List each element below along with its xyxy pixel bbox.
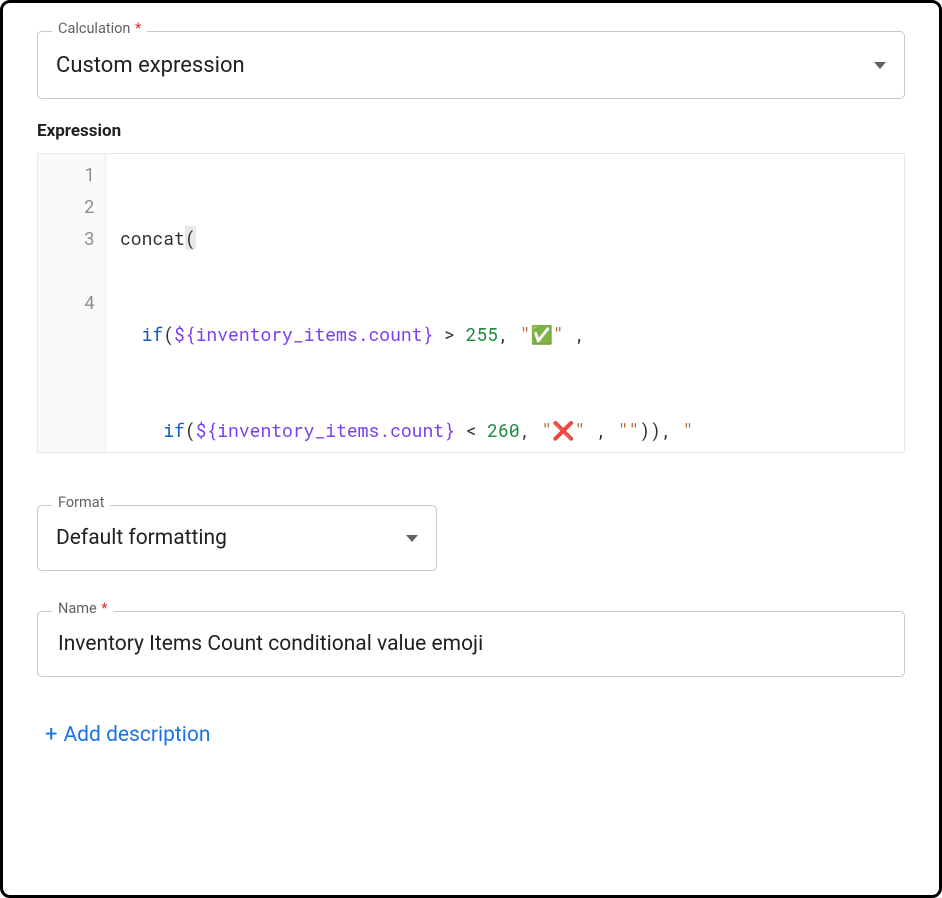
required-marker: *	[101, 600, 107, 617]
format-select[interactable]: Format Default formatting	[37, 505, 437, 571]
format-value: Default formatting	[56, 526, 406, 550]
expression-heading: Expression	[37, 121, 905, 141]
add-description-button[interactable]: + Add description	[45, 723, 210, 747]
line-number: 4	[38, 286, 95, 318]
line-number: 3	[38, 222, 95, 254]
required-marker: *	[135, 20, 141, 37]
format-label: Format	[52, 496, 110, 511]
name-input[interactable]	[56, 631, 886, 657]
name-label: Name *	[52, 602, 114, 617]
calculation-select[interactable]: Calculation * Custom expression	[37, 31, 905, 99]
add-description-label: Add description	[63, 723, 210, 747]
code-line: concat(	[120, 222, 904, 254]
code-line: if(${inventory_items.count} < 260, "❌" ,…	[120, 414, 904, 446]
code-line: if(${inventory_items.count} > 255, "✅" ,	[120, 318, 904, 350]
line-number: 2	[38, 190, 95, 222]
chevron-down-icon	[874, 62, 886, 69]
name-label-text: Name	[58, 600, 97, 617]
line-number: 1	[38, 158, 95, 190]
chevron-down-icon	[406, 535, 418, 542]
calculation-value: Custom expression	[56, 53, 874, 78]
calculation-label: Calculation *	[52, 22, 147, 37]
plus-icon: +	[45, 724, 57, 746]
name-field[interactable]: Name *	[37, 611, 905, 677]
custom-field-editor-panel: Calculation * Custom expression Expressi…	[0, 0, 942, 898]
line-number-gutter: 1 2 3 4	[38, 154, 106, 452]
expression-editor[interactable]: 1 2 3 4 concat( if(${inventory_items.cou…	[37, 153, 905, 453]
code-area[interactable]: concat( if(${inventory_items.count} > 25…	[106, 154, 904, 452]
calculation-label-text: Calculation	[58, 20, 130, 37]
